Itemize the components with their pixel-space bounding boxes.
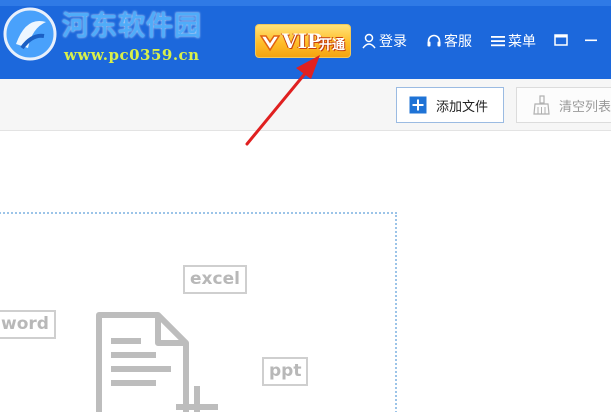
vip-label: VIP [282, 29, 322, 53]
user-icon [362, 33, 376, 49]
watermark-url: www.pc0359.cn [64, 46, 200, 64]
login-button[interactable]: 登录 [361, 30, 407, 52]
word-format-tag: word [0, 310, 56, 339]
hamburger-icon [491, 36, 505, 47]
add-file-button[interactable]: 添加文件 [396, 87, 504, 123]
plus-square-icon [409, 96, 427, 114]
clear-list-button[interactable]: 清空列表 [516, 87, 611, 123]
add-file-label: 添加文件 [436, 99, 489, 115]
headset-icon [427, 34, 441, 47]
vip-open-button[interactable]: VIP 开通 [255, 24, 351, 58]
vip-heart-icon [259, 35, 281, 52]
login-label: 登录 [379, 34, 407, 50]
service-label: 客服 [444, 34, 472, 50]
broom-icon [533, 95, 550, 115]
menu-label: 菜单 [508, 34, 536, 50]
menu-button[interactable]: 菜单 [490, 30, 536, 52]
title-bar: 河东软件园 www.pc0359.cn VIP 开通 登录 客服 菜单 [0, 0, 611, 79]
window-restore-icon[interactable] [553, 32, 569, 48]
watermark-name: 河东软件园 [62, 11, 202, 42]
vip-open-label: 开通 [319, 38, 346, 53]
service-button[interactable]: 客服 [426, 30, 472, 52]
toolbar: 添加文件 清空列表 [0, 79, 611, 131]
clear-list-label: 清空列表 [559, 99, 611, 115]
excel-format-tag: excel [183, 265, 247, 294]
watermark-logo-icon [3, 7, 57, 61]
ppt-format-tag: ppt [262, 357, 309, 386]
minimize-icon[interactable] [583, 32, 599, 48]
document-add-icon [96, 312, 218, 412]
